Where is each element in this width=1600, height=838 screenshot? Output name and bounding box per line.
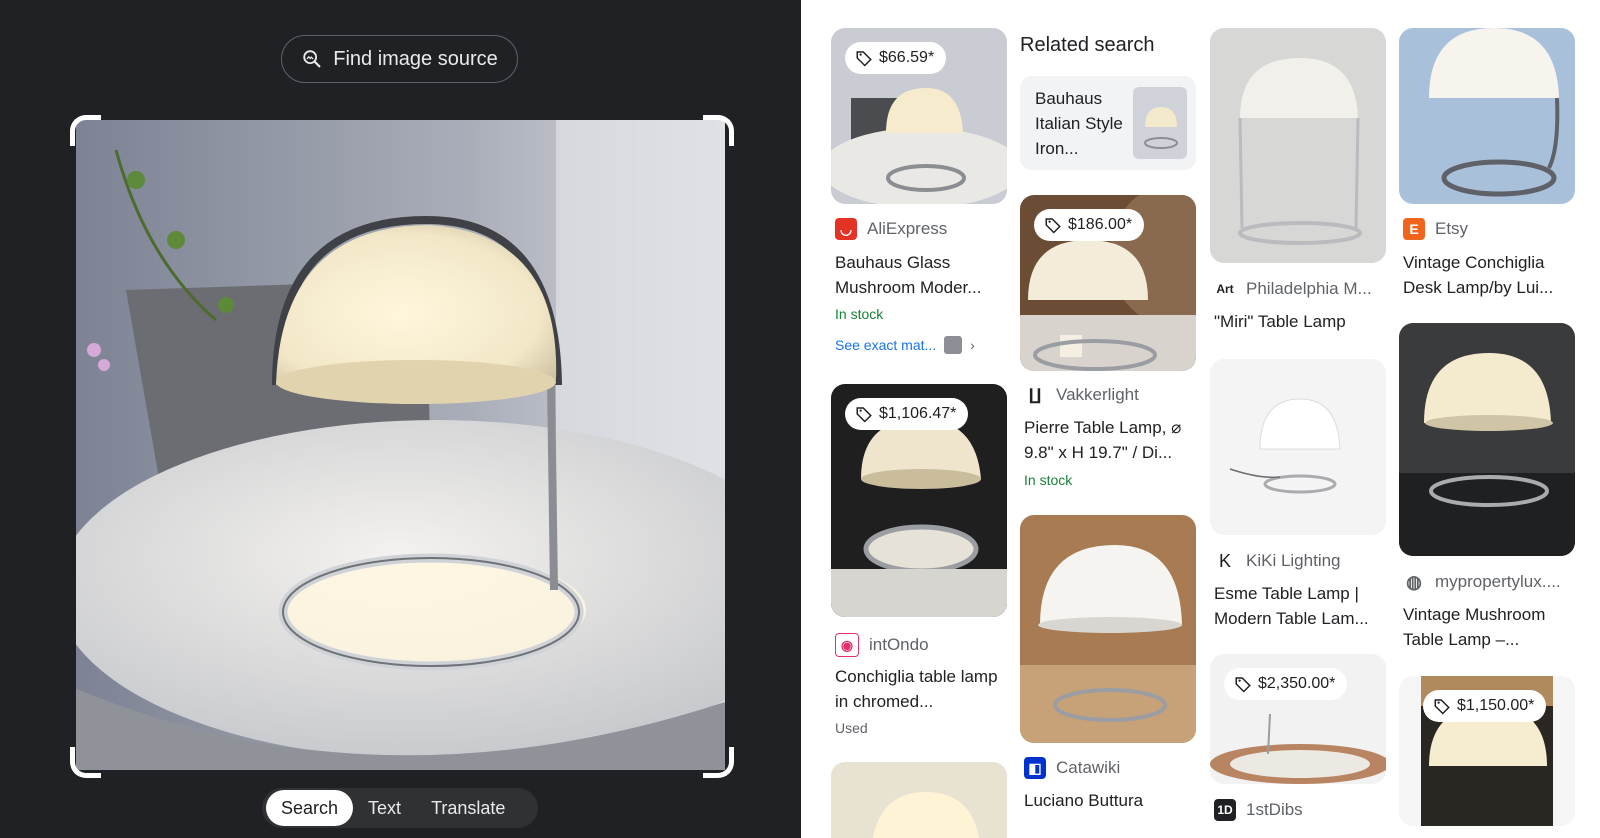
condition-status: Used [835, 720, 868, 736]
mode-text-tab[interactable]: Text [353, 790, 416, 826]
result-source: ◍ mypropertylux.... [1403, 571, 1561, 593]
price-badge: $1,106.47* [845, 398, 969, 430]
see-exact-matches-link[interactable]: See exact mat... › [835, 336, 975, 354]
result-thumbnail[interactable]: $1,106.47* [831, 384, 1007, 617]
find-image-source-label: Find image source [333, 47, 498, 70]
find-image-source-button[interactable]: Find image source [281, 35, 518, 83]
related-search-chip[interactable]: Bauhaus Italian Style Iron... [1020, 76, 1196, 170]
result-title[interactable]: Vintage Conchiglia Desk Lamp/by Lui... [1403, 250, 1571, 300]
results-pane: $66.59* ◡ AliExpress Bauhaus Glass Mushro… [801, 0, 1600, 838]
lens-image-pane: Find image source Search Text Translate [0, 0, 801, 838]
result-title[interactable]: Esme Table Lamp | Modern Table Lam... [1214, 581, 1382, 631]
stock-status: In stock [835, 306, 884, 322]
result-title[interactable]: Vintage Mushroom Table Lamp –... [1403, 602, 1571, 652]
result-title[interactable]: Bauhaus Glass Mushroom Moder... [835, 250, 1003, 300]
etsy-logo-icon: E [1403, 218, 1425, 240]
result-title[interactable]: Pierre Table Lamp, ⌀ 9.8" x H 19.7" / Di… [1024, 415, 1192, 465]
result-source: ◧ Catawiki [1024, 757, 1120, 779]
price-badge: $1,150.00* [1423, 690, 1547, 722]
mode-translate-tab[interactable]: Translate [416, 790, 520, 826]
result-source: K KiKi Lighting [1214, 550, 1341, 572]
related-search-query: Bauhaus Italian Style Iron... [1035, 89, 1123, 158]
related-search-heading: Related search [1020, 34, 1155, 56]
price-badge: $186.00* [1034, 209, 1145, 241]
price-badge: $2,350.00* [1224, 668, 1348, 700]
result-thumbnail[interactable]: $1,150.00* [1399, 676, 1575, 826]
result-thumbnail[interactable] [831, 762, 1007, 838]
aliexpress-logo-icon: ◡ [835, 218, 857, 240]
mode-search-tab[interactable]: Search [266, 790, 354, 826]
result-source: E Etsy [1403, 218, 1468, 240]
result-thumbnail[interactable] [1399, 323, 1575, 556]
result-thumbnail[interactable] [1210, 28, 1386, 263]
image-search-icon [303, 50, 321, 68]
result-source: Art Philadelphia M... [1214, 278, 1372, 300]
kiki-logo-icon: K [1214, 550, 1236, 572]
selected-lamp-photo[interactable] [76, 120, 725, 770]
price-tag-icon [1045, 218, 1061, 234]
crop-corner-bottom-left[interactable] [70, 747, 101, 778]
vakkerlight-logo-icon: ∐ [1024, 384, 1046, 406]
match-thumbnail [944, 336, 963, 354]
result-source: 1D 1stDibs [1214, 799, 1303, 821]
price-tag-icon [856, 51, 872, 67]
result-source: ∐ Vakkerlight [1024, 384, 1139, 406]
price-badge: $66.59* [845, 42, 947, 74]
result-title[interactable]: "Miri" Table Lamp [1214, 309, 1382, 334]
lens-mode-switcher: Search Text Translate [262, 788, 538, 828]
crop-corner-top-right[interactable] [703, 115, 734, 146]
intondo-logo-icon: ◉ [835, 633, 859, 657]
result-title[interactable]: Conchiglia table lamp in chromed... [835, 664, 1003, 714]
related-search-thumbnail [1133, 87, 1187, 159]
price-tag-icon [1235, 677, 1251, 693]
result-title[interactable]: Luciano Buttura [1024, 788, 1192, 813]
result-thumbnail[interactable] [1399, 28, 1575, 204]
result-thumbnail[interactable] [1020, 515, 1196, 743]
chevron-right-icon: › [970, 337, 975, 353]
crop-corner-top-left[interactable] [70, 115, 101, 146]
1stdibs-logo-icon: 1D [1214, 799, 1236, 821]
price-tag-icon [1434, 699, 1450, 715]
catawiki-logo-icon: ◧ [1024, 757, 1046, 779]
crop-corner-bottom-right[interactable] [703, 747, 734, 778]
globe-icon: ◍ [1403, 571, 1425, 593]
result-thumbnail[interactable] [1210, 359, 1386, 535]
result-thumbnail[interactable]: $2,350.00* [1210, 654, 1386, 784]
result-source: ◉ intOndo [835, 633, 929, 657]
price-tag-icon [856, 407, 872, 423]
result-thumbnail[interactable]: $186.00* [1020, 195, 1196, 371]
result-thumbnail[interactable]: $66.59* [831, 28, 1007, 204]
museum-logo-icon: Art [1214, 278, 1236, 300]
result-source: ◡ AliExpress [835, 218, 947, 240]
stock-status: In stock [1024, 472, 1073, 488]
